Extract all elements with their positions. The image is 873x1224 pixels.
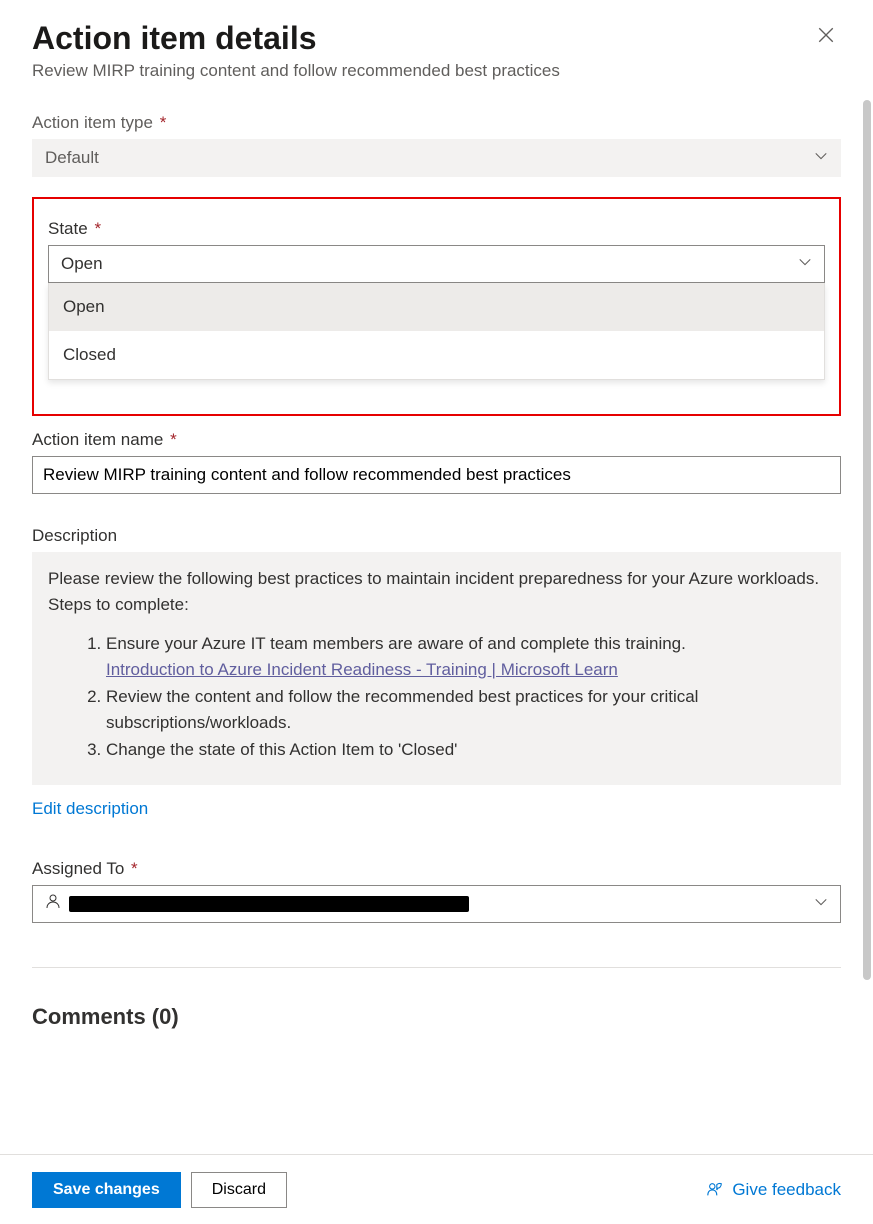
assigned-to-value-redacted: [69, 896, 469, 912]
description-step-1: Ensure your Azure IT team members are aw…: [106, 631, 825, 682]
close-button[interactable]: [811, 20, 841, 54]
description-box: Please review the following best practic…: [32, 552, 841, 785]
state-label: State *: [48, 219, 825, 239]
name-label: Action item name *: [32, 430, 841, 450]
required-marker: *: [131, 859, 138, 878]
name-input[interactable]: [32, 456, 841, 494]
chevron-down-icon: [814, 148, 828, 168]
required-marker: *: [94, 219, 101, 238]
chevron-down-icon: [798, 254, 812, 274]
training-link[interactable]: Introduction to Azure Incident Readiness…: [106, 660, 618, 679]
state-dropdown-list: Open Closed: [48, 283, 825, 380]
feedback-label: Give feedback: [732, 1180, 841, 1200]
type-label: Action item type *: [32, 113, 841, 133]
description-step-3: Change the state of this Action Item to …: [106, 737, 825, 763]
edit-description-link[interactable]: Edit description: [32, 799, 148, 819]
state-highlight-region: State * Open Open Closed: [32, 197, 841, 416]
section-divider: [32, 967, 841, 968]
state-option-open[interactable]: Open: [49, 283, 824, 331]
type-label-text: Action item type: [32, 113, 153, 132]
footer-bar: Save changes Discard Give feedback: [0, 1154, 873, 1224]
required-marker: *: [170, 430, 177, 449]
name-label-text: Action item name: [32, 430, 163, 449]
save-button[interactable]: Save changes: [32, 1172, 181, 1208]
description-label: Description: [32, 526, 841, 546]
step-1-text: Ensure your Azure IT team members are aw…: [106, 634, 686, 653]
description-step-2: Review the content and follow the recomm…: [106, 684, 825, 735]
close-icon: [817, 26, 835, 44]
state-select[interactable]: Open: [48, 245, 825, 283]
feedback-icon: [706, 1181, 724, 1199]
type-value: Default: [45, 148, 99, 168]
chevron-down-icon: [814, 894, 828, 914]
state-label-text: State: [48, 219, 88, 238]
comments-heading: Comments (0): [32, 1004, 841, 1030]
required-marker: *: [160, 113, 167, 132]
assigned-to-select[interactable]: [32, 885, 841, 923]
person-icon: [45, 893, 61, 914]
discard-button[interactable]: Discard: [191, 1172, 287, 1208]
type-select[interactable]: Default: [32, 139, 841, 177]
description-intro: Please review the following best practic…: [48, 566, 825, 617]
state-value: Open: [61, 254, 103, 274]
scrollbar-thumb[interactable]: [863, 100, 871, 980]
page-title: Action item details: [32, 20, 560, 57]
assigned-to-label-text: Assigned To: [32, 859, 124, 878]
give-feedback-link[interactable]: Give feedback: [706, 1180, 841, 1200]
assigned-to-label: Assigned To *: [32, 859, 841, 879]
page-subtitle: Review MIRP training content and follow …: [32, 61, 560, 81]
state-option-closed[interactable]: Closed: [49, 331, 824, 379]
